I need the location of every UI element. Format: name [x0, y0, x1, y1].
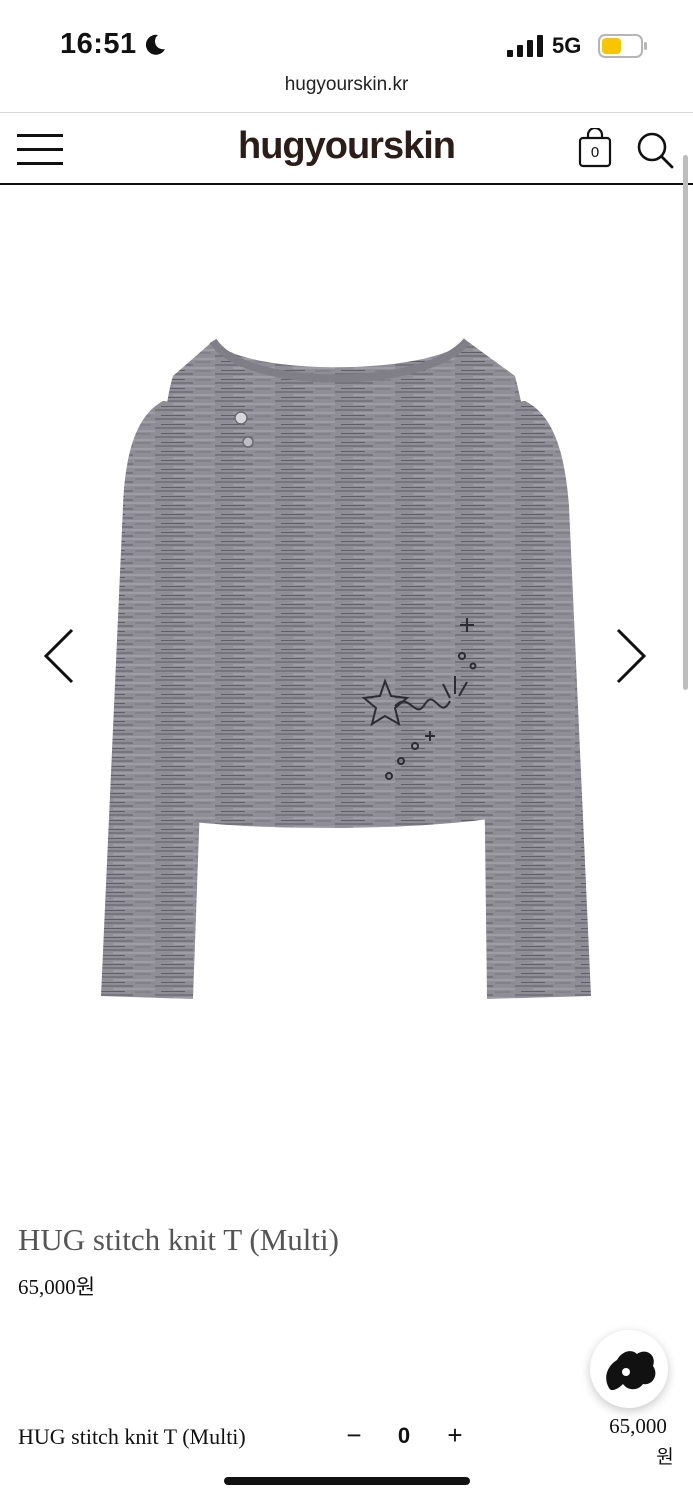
cart-count: 0 — [590, 144, 600, 161]
product-price: 65,000원 — [18, 1275, 96, 1299]
quantity-decrease-button[interactable]: − — [340, 1420, 368, 1456]
brand-blob-icon — [606, 1351, 656, 1391]
network-type: 5G — [552, 33, 582, 58]
search-button[interactable] — [636, 131, 674, 169]
chevron-right-icon[interactable] — [612, 626, 652, 686]
product-gallery — [0, 186, 693, 1166]
battery-icon — [598, 34, 647, 58]
purchase-bar: HUG stitch knit T (Multi) − 0 + — [0, 1420, 693, 1460]
status-time: 16:51 — [60, 28, 137, 60]
selected-option-name: HUG stitch knit T (Multi) — [18, 1424, 246, 1449]
cart-button[interactable]: 0 — [577, 128, 613, 168]
total-currency: 원 — [656, 1447, 674, 1468]
moon-icon — [145, 34, 165, 55]
quantity-value[interactable]: 0 — [390, 1423, 418, 1449]
signal-icon — [507, 35, 543, 57]
product-title: HUG stitch knit T (Multi) — [18, 1222, 339, 1257]
header-divider — [0, 183, 693, 185]
home-indicator — [224, 1477, 470, 1485]
site-header: hugyourskin 0 — [0, 113, 693, 184]
floating-chat-button[interactable] — [590, 1330, 668, 1408]
status-bar: 16:51 5G — [0, 0, 693, 70]
chevron-left-icon[interactable] — [38, 626, 78, 686]
search-icon — [637, 132, 674, 169]
product-image — [101, 338, 591, 999]
total-price: 65,000 — [609, 1414, 667, 1438]
quantity-increase-button[interactable]: + — [441, 1420, 469, 1456]
browser-url[interactable]: hugyourskin.kr — [0, 74, 693, 96]
